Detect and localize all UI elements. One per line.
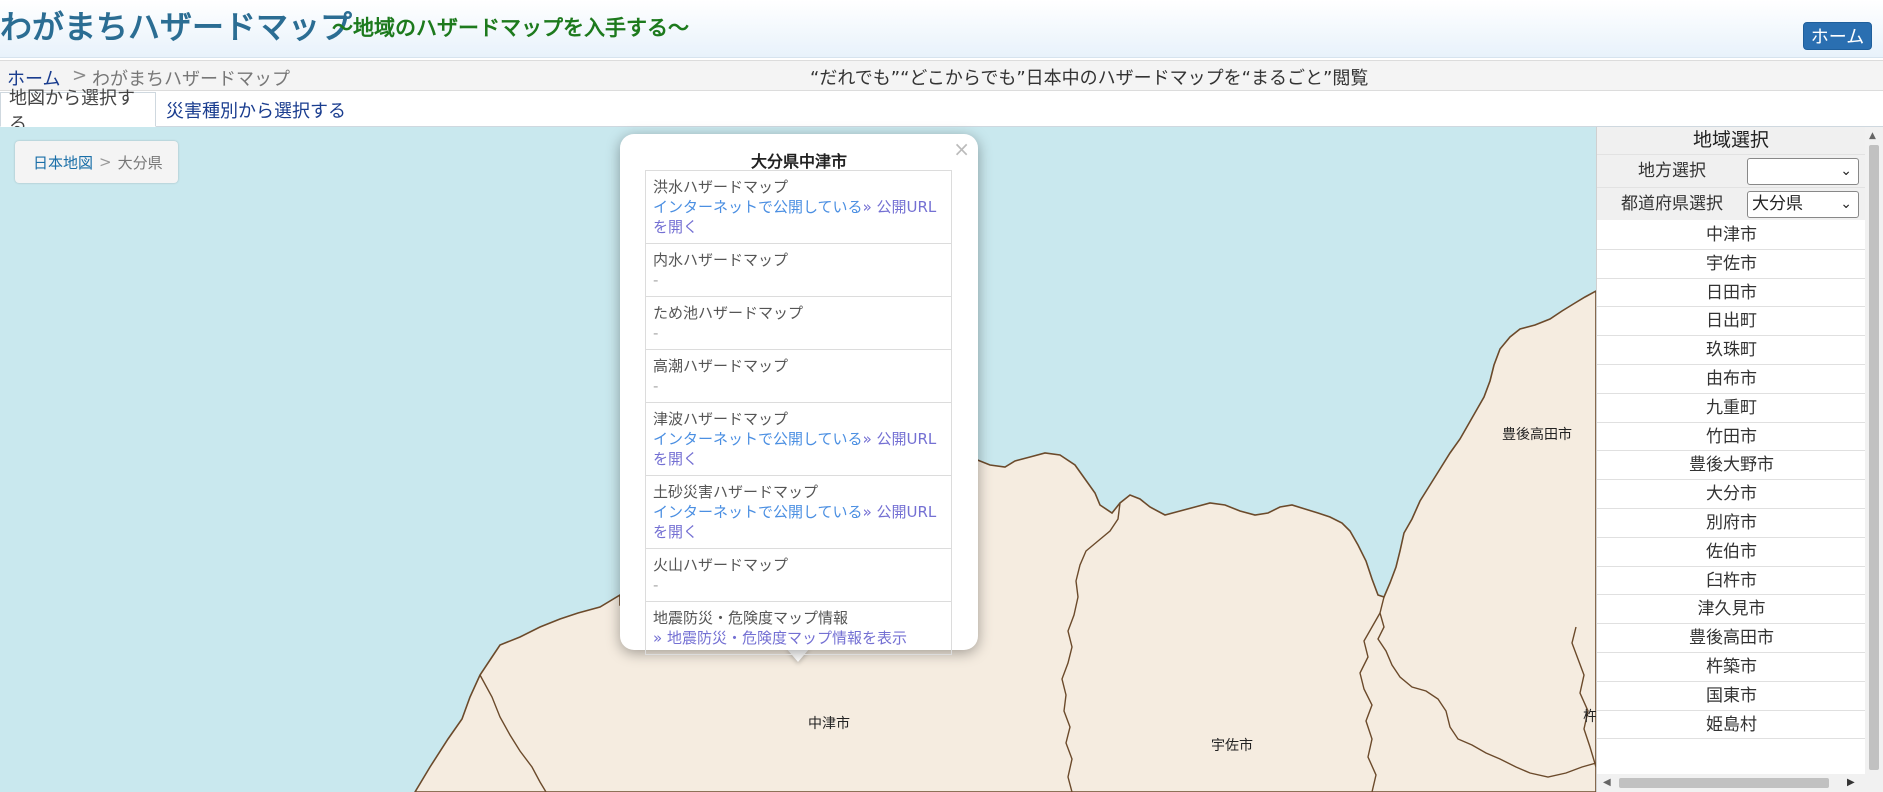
publication-status: - xyxy=(653,377,659,395)
region-select[interactable]: ⌄ xyxy=(1747,158,1859,185)
chevron-down-icon: ⌄ xyxy=(1840,163,1852,179)
scroll-up-icon[interactable]: ▲ xyxy=(1869,131,1876,141)
list-item: 地震防災・危険度マップ情報 » 地震防災・危険度マップ情報を表示 xyxy=(646,602,951,654)
list-item: 高潮ハザードマップ - xyxy=(646,350,951,403)
list-item[interactable]: 姫島村 xyxy=(1597,711,1866,740)
map-label-nakatsu[interactable]: 中津市 xyxy=(808,713,850,733)
site-title[interactable]: わがまちハザードマップ xyxy=(0,2,352,48)
list-item: ため池ハザードマップ - xyxy=(646,297,951,350)
list-item[interactable]: 佐伯市 xyxy=(1597,538,1866,567)
horizontal-scrollbar[interactable]: ◀ ▶ xyxy=(1597,774,1865,792)
publication-status: インターネットで公開している xyxy=(653,430,863,448)
list-item[interactable]: 日出町 xyxy=(1597,307,1866,337)
tagline: “だれでも”“どこからでも”日本中のハザードマップを“まるごと”閲覧 xyxy=(810,68,1369,89)
horizontal-scrollbar-thumb[interactable] xyxy=(1619,778,1829,788)
list-item[interactable]: 玖珠町 xyxy=(1597,336,1866,365)
region-select-row: 地方選択 ⌄ xyxy=(1597,154,1865,187)
list-item[interactable]: 竹田市 xyxy=(1597,423,1866,452)
hazard-name: ため池ハザードマップ xyxy=(653,304,804,322)
publication-status: - xyxy=(653,576,659,594)
list-item: 火山ハザードマップ - xyxy=(646,549,951,602)
list-item[interactable]: 津久見市 xyxy=(1597,595,1866,625)
hazard-name: 土砂災害ハザードマップ xyxy=(653,483,819,501)
list-item[interactable]: 豊後高田市 xyxy=(1597,624,1866,653)
hazard-name: 津波ハザードマップ xyxy=(653,410,789,428)
map-label-kitsuki-partial[interactable]: 杵 xyxy=(1583,706,1596,726)
hazard-name: 地震防災・危険度マップ情報 xyxy=(653,609,849,627)
tab-select-by-hazard-type[interactable]: 災害種別から選択する xyxy=(158,92,354,127)
site-header: わがまちハザードマップ ～地域のハザードマップを入手する～ ホーム xyxy=(0,0,1883,58)
list-item[interactable]: 中津市 xyxy=(1597,221,1866,250)
list-item[interactable]: 別府市 xyxy=(1597,509,1866,538)
list-item[interactable]: 由布市 xyxy=(1597,365,1866,394)
popup-title: 大分県中津市 xyxy=(750,152,847,171)
list-item[interactable]: 国東市 xyxy=(1597,682,1866,711)
map-breadcrumb-separator: > xyxy=(99,153,112,171)
map-breadcrumb-current: 大分県 xyxy=(117,153,163,172)
prefecture-select-label: 都道府県選択 xyxy=(1621,194,1723,214)
list-item[interactable]: 杵築市 xyxy=(1597,653,1866,682)
prefecture-select-row: 都道府県選択 大分県 ⌄ xyxy=(1597,187,1865,220)
publication-status: - xyxy=(653,324,659,342)
hazard-name: 内水ハザードマップ xyxy=(653,251,789,269)
land-shape xyxy=(414,290,1596,792)
publication-status: - xyxy=(653,271,659,289)
hazard-name: 火山ハザードマップ xyxy=(653,556,789,574)
scroll-right-icon[interactable]: ▶ xyxy=(1847,777,1855,788)
list-item[interactable]: 豊後大野市 xyxy=(1597,451,1866,481)
list-item: 津波ハザードマップ インターネットで公開している» 公開URLを開く xyxy=(646,403,951,476)
vertical-scrollbar-thumb[interactable] xyxy=(1869,145,1879,770)
list-item: 洪水ハザードマップ インターネットで公開している» 公開URLを開く xyxy=(646,171,951,244)
map-breadcrumb-japan-link[interactable]: 日本地図 xyxy=(33,152,93,173)
municipality-list: 中津市 宇佐市 日田市 日出町 玖珠町 由布市 九重町 竹田市 豊後大野市 大分… xyxy=(1597,221,1866,740)
region-selector-heading: 地域選択 xyxy=(1597,127,1865,154)
vertical-scrollbar[interactable]: ▲ xyxy=(1865,127,1883,774)
region-select-label: 地方選択 xyxy=(1638,161,1706,181)
list-item: 土砂災害ハザードマップ インターネットで公開している» 公開URLを開く xyxy=(646,476,951,549)
hazard-map-list: 洪水ハザードマップ インターネットで公開している» 公開URLを開く 内水ハザー… xyxy=(645,170,952,655)
list-item[interactable]: 臼杵市 xyxy=(1597,567,1866,596)
breadcrumb: ホーム > わがまちハザードマップ “だれでも”“どこからでも”日本中のハザード… xyxy=(0,60,1883,91)
list-item[interactable]: 宇佐市 xyxy=(1597,250,1866,279)
list-item[interactable]: 大分市 xyxy=(1597,480,1866,509)
site-subtitle: ～地域のハザードマップを入手する～ xyxy=(332,16,689,40)
list-item[interactable]: 日田市 xyxy=(1597,279,1866,308)
earthquake-info-link[interactable]: » 地震防災・危険度マップ情報を表示 xyxy=(653,628,944,648)
map-breadcrumb: 日本地図 > 大分県 xyxy=(15,141,178,183)
prefecture-select[interactable]: 大分県 ⌄ xyxy=(1747,191,1859,218)
region-selector-panel: 地域選択 地方選択 ⌄ 都道府県選択 大分県 ⌄ 中津市 宇佐市 日田市 日出町… xyxy=(1596,127,1866,792)
hazard-name: 洪水ハザードマップ xyxy=(653,178,789,196)
home-button[interactable]: ホーム xyxy=(1803,22,1872,50)
municipality-popup: × 大分県中津市 洪水ハザードマップ インターネットで公開している» 公開URL… xyxy=(620,134,978,655)
prefecture-select-value: 大分県 xyxy=(1752,194,1803,214)
list-item[interactable]: 九重町 xyxy=(1597,394,1866,423)
list-item: 内水ハザードマップ - xyxy=(646,244,951,297)
hazard-name: 高潮ハザードマップ xyxy=(653,357,789,375)
scroll-left-icon[interactable]: ◀ xyxy=(1603,777,1611,788)
chevron-down-icon: ⌄ xyxy=(1840,196,1852,212)
publication-status: インターネットで公開している xyxy=(653,198,863,216)
tab-bar: 地図から選択する 災害種別から選択する xyxy=(0,88,1883,135)
publication-status: インターネットで公開している xyxy=(653,503,863,521)
map-label-usa[interactable]: 宇佐市 xyxy=(1211,735,1253,755)
map-label-bungotakada[interactable]: 豊後高田市 xyxy=(1502,424,1572,444)
tab-select-by-map[interactable]: 地図から選択する xyxy=(0,88,156,135)
scrollbar-corner xyxy=(1865,774,1883,792)
